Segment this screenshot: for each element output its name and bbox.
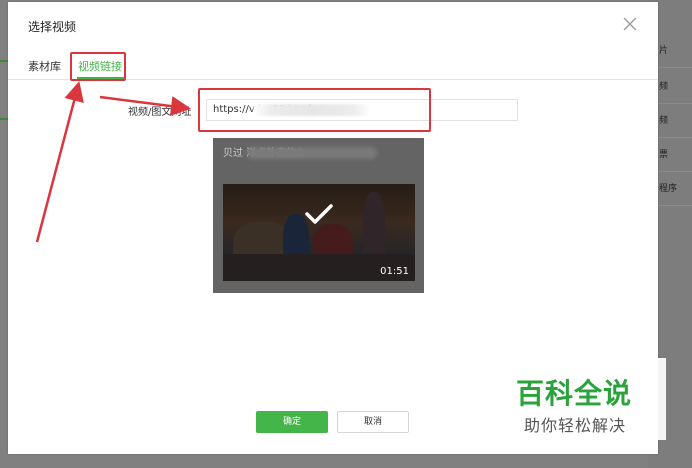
confirm-button[interactable]: 确定 bbox=[256, 411, 328, 433]
active-tab-indicator bbox=[77, 77, 125, 79]
video-thumbnail: 01:51 bbox=[223, 184, 415, 281]
video-card[interactable]: 贝过 洋点外卖的么 01:51 bbox=[213, 138, 424, 293]
background-side-item: 程序 bbox=[655, 172, 692, 206]
background-side-item: 票 bbox=[655, 138, 692, 172]
title-redaction bbox=[247, 147, 377, 159]
cancel-button[interactable]: 取消 bbox=[337, 411, 409, 433]
url-redaction bbox=[253, 104, 371, 116]
tab-bar: 素材库 视频链接 bbox=[8, 50, 658, 80]
check-icon bbox=[304, 202, 334, 226]
url-field-label: 视频/图文网址 bbox=[128, 107, 192, 118]
watermark-title: 百科全说 bbox=[516, 377, 633, 410]
video-duration: 01:51 bbox=[380, 266, 409, 277]
tab-video-link[interactable]: 视频链接 bbox=[78, 58, 122, 74]
background-side-item: 片 bbox=[655, 34, 692, 68]
close-icon[interactable] bbox=[622, 16, 638, 32]
tab-material-library[interactable]: 素材库 bbox=[28, 58, 61, 74]
watermark-subtitle: 助你轻松解决 bbox=[524, 416, 627, 435]
dialog-title: 选择视频 bbox=[28, 20, 77, 34]
watermark-logo: 百科全说 助你轻松解决 bbox=[506, 358, 666, 440]
background-side-item: 频 bbox=[655, 104, 692, 138]
background-side-item: 频 bbox=[655, 70, 692, 104]
